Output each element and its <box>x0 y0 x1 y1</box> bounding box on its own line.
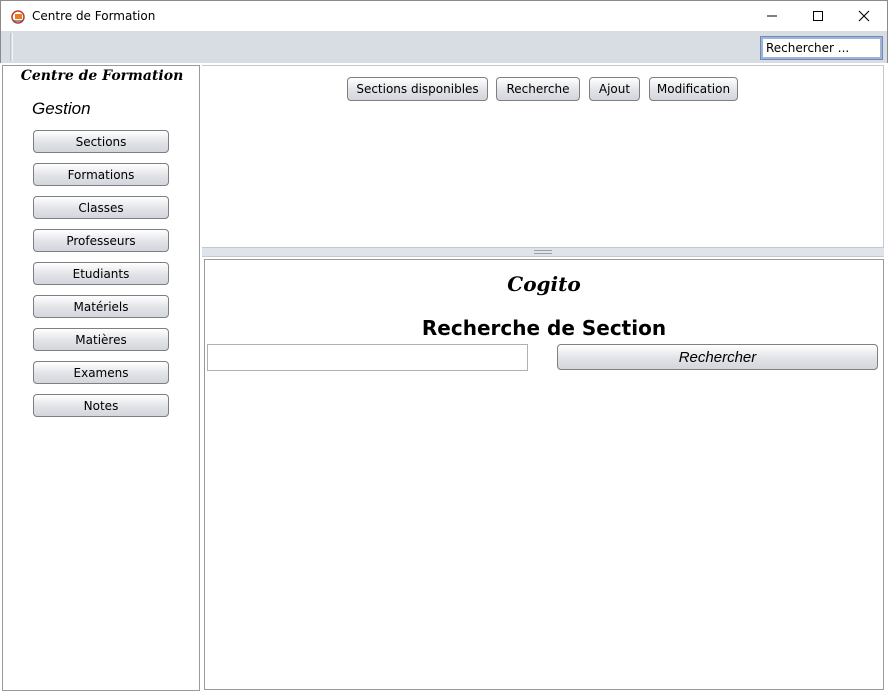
maximize-icon <box>812 10 824 22</box>
sidebar-item-materiels[interactable]: Matériels <box>33 295 169 318</box>
sidebar-item-sections[interactable]: Sections <box>33 130 169 153</box>
sidebar-heading: Gestion <box>32 99 91 118</box>
sidebar-item-formations[interactable]: Formations <box>33 163 169 186</box>
content-panel: Cogito Recherche de Section Rechercher <box>204 259 884 690</box>
sidebar-item-professeurs[interactable]: Professeurs <box>33 229 169 252</box>
tab-recherche[interactable]: Recherche <box>496 77 580 101</box>
tab-bar-panel: Sections disponibles Recherche Ajout Mod… <box>202 65 884 247</box>
app-logo-icon <box>10 9 26 25</box>
tab-modification[interactable]: Modification <box>649 77 738 101</box>
tab-sections-disponibles[interactable]: Sections disponibles <box>347 77 488 101</box>
content-brand: Cogito <box>507 272 581 296</box>
split-pane-divider[interactable] <box>202 247 884 257</box>
sidebar-item-examens[interactable]: Examens <box>33 361 169 384</box>
close-button[interactable] <box>841 1 887 31</box>
tab-ajout[interactable]: Ajout <box>589 77 640 101</box>
toolbar-grip[interactable] <box>10 33 13 61</box>
close-icon <box>858 10 870 22</box>
title-bar[interactable]: Centre de Formation <box>0 0 888 31</box>
toolbar: Rechercher ... <box>0 31 888 63</box>
sidebar: Centre de Formation Gestion Sections For… <box>2 65 200 691</box>
sidebar-item-matieres[interactable]: Matières <box>33 328 169 351</box>
section-search-input[interactable] <box>207 344 528 371</box>
sidebar-item-classes[interactable]: Classes <box>33 196 169 219</box>
maximize-button[interactable] <box>795 1 841 31</box>
search-button[interactable]: Rechercher <box>557 344 878 370</box>
minimize-icon <box>766 10 778 22</box>
sidebar-item-etudiants[interactable]: Etudiants <box>33 262 169 285</box>
splitter-grip-icon <box>534 250 552 254</box>
sidebar-brand: Centre de Formation <box>20 68 184 84</box>
sidebar-item-notes[interactable]: Notes <box>33 394 169 417</box>
window-title: Centre de Formation <box>32 9 156 23</box>
page-title: Recherche de Section <box>421 316 667 340</box>
minimize-button[interactable] <box>749 1 795 31</box>
global-search-input[interactable]: Rechercher ... <box>760 36 883 60</box>
